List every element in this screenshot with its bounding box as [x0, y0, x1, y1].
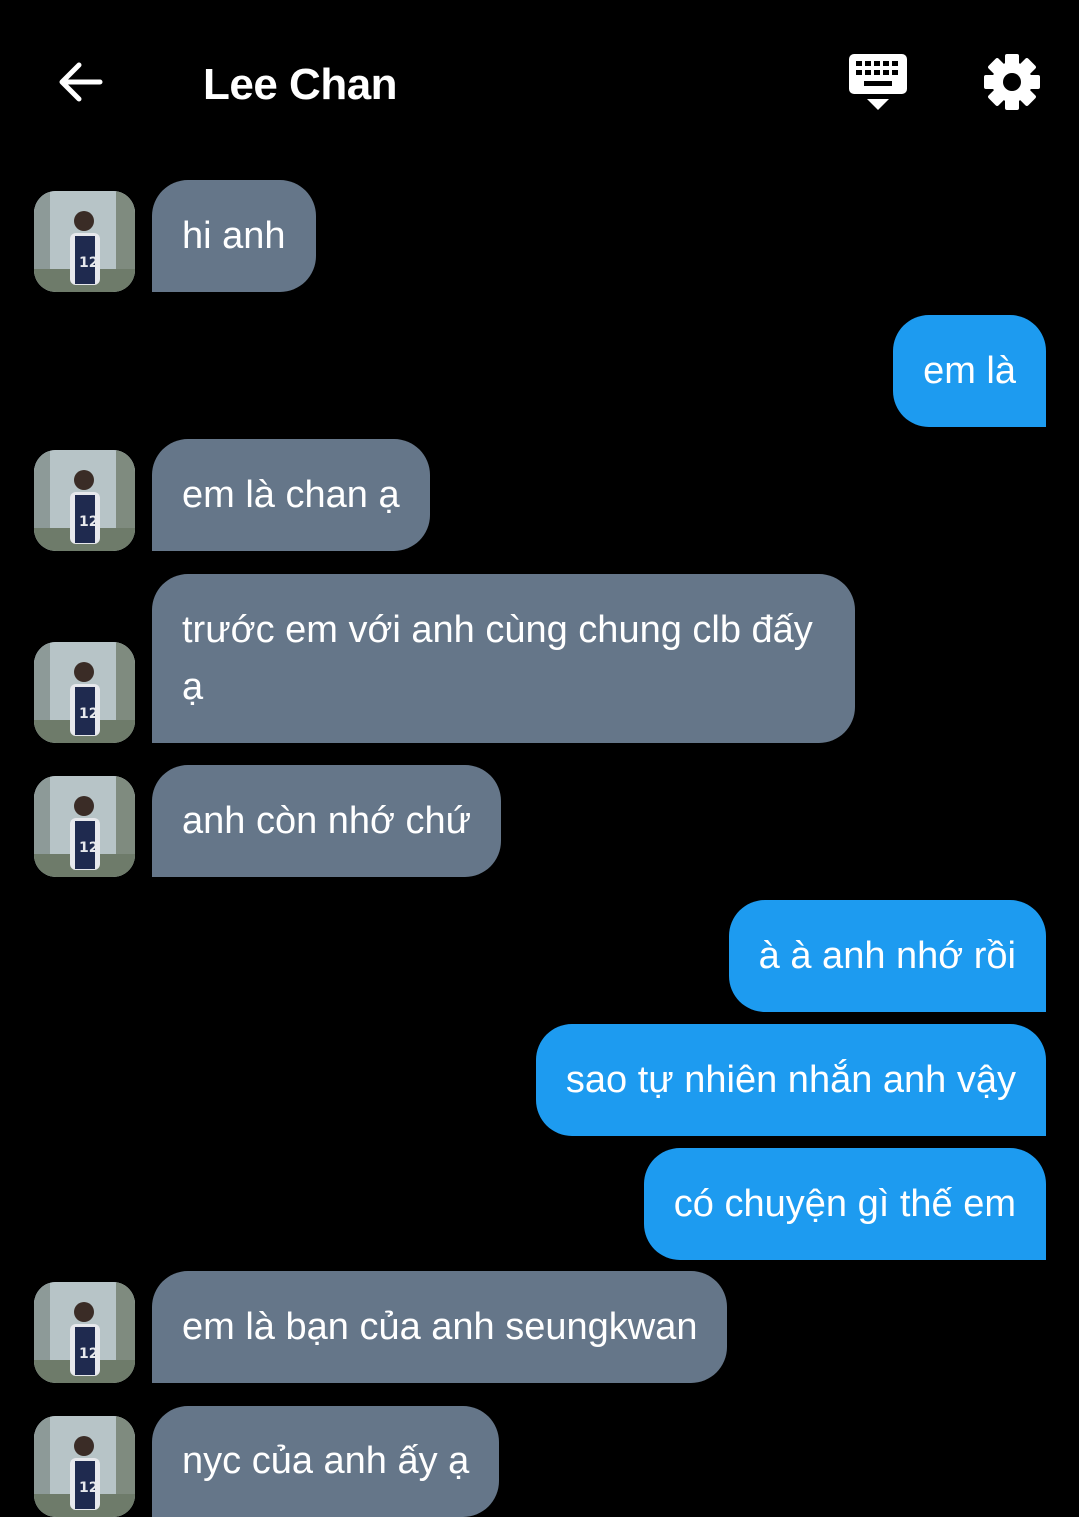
message-text: có chuyện gì thế em — [673, 1182, 1016, 1225]
keyboard-hide-button[interactable] — [846, 50, 910, 114]
avatar-photo: 12 — [34, 191, 135, 292]
message-text: em là — [923, 349, 1016, 392]
avatar-photo: 12 — [34, 1416, 135, 1517]
keyboard-hide-icon — [849, 54, 907, 110]
outgoing-message[interactable]: à à anh nhớ rồi — [728, 900, 1046, 1012]
incoming-message[interactable]: nyc của anh ấy ạ — [152, 1406, 500, 1517]
message-text: sao tự nhiên nhắn anh vậy — [565, 1058, 1016, 1101]
incoming-message[interactable]: em là bạn của anh seungkwan — [152, 1271, 728, 1383]
arrow-left-icon — [59, 62, 103, 102]
svg-text:12: 12 — [79, 514, 98, 530]
avatar[interactable]: 12 — [34, 450, 135, 551]
avatar-photo: 12 — [34, 776, 135, 877]
back-button[interactable] — [48, 50, 112, 114]
svg-text:12: 12 — [79, 255, 98, 271]
outgoing-message[interactable]: có chuyện gì thế em — [643, 1148, 1046, 1260]
avatar[interactable]: 12 — [34, 1282, 135, 1383]
avatar-photo: 12 — [34, 450, 135, 551]
incoming-message[interactable]: em là chan ạ — [152, 439, 430, 551]
avatar[interactable]: 12 — [34, 1416, 135, 1517]
avatar-photo: 12 — [34, 642, 135, 743]
incoming-message[interactable]: trước em với anh cùng chung clb đấy ạ — [152, 574, 855, 743]
svg-text:12: 12 — [79, 1346, 98, 1362]
message-text: em là bạn của anh seungkwan — [182, 1305, 698, 1348]
gear-icon — [984, 54, 1040, 110]
message-text: hi anh — [182, 214, 286, 257]
incoming-message[interactable]: hi anh — [152, 180, 316, 292]
settings-button[interactable] — [980, 50, 1044, 114]
avatar[interactable]: 12 — [34, 642, 135, 743]
message-text: em là chan ạ — [182, 473, 400, 516]
outgoing-message[interactable]: sao tự nhiên nhắn anh vậy — [535, 1024, 1046, 1136]
avatar[interactable]: 12 — [34, 191, 135, 292]
message-text: nyc của anh ấy ạ — [182, 1440, 470, 1482]
outgoing-message[interactable]: em là — [893, 315, 1046, 427]
avatar-photo: 12 — [34, 1282, 135, 1383]
page-title: Lee Chan — [203, 60, 398, 109]
avatar[interactable]: 12 — [34, 776, 135, 877]
svg-text:12: 12 — [79, 840, 98, 856]
svg-text:12: 12 — [79, 1480, 98, 1496]
message-text: anh còn nhớ chứ — [182, 799, 472, 842]
message-text: trước em với anh cùng chung clb đấy ạ — [182, 609, 813, 708]
incoming-message[interactable]: anh còn nhớ chứ — [152, 765, 502, 877]
top-bar: Lee Chan — [0, 0, 1079, 160]
message-text: à à anh nhớ rồi — [758, 934, 1016, 977]
svg-text:12: 12 — [79, 706, 98, 722]
